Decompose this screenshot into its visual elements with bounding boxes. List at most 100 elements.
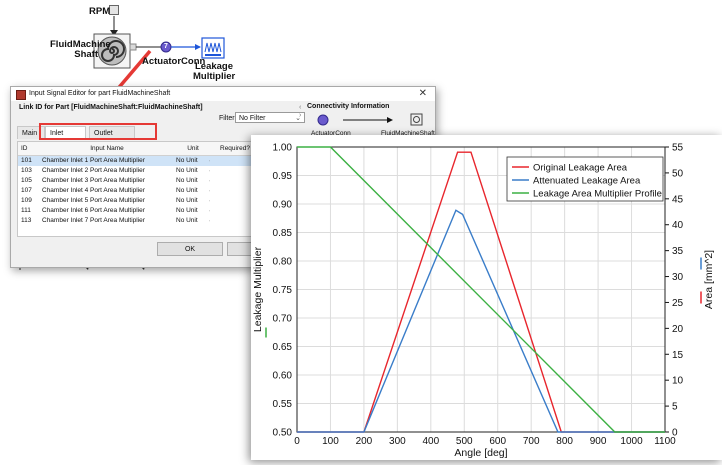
legend-entry: Attenuated Leakage Area bbox=[533, 176, 641, 187]
y-right-tick-label: 30 bbox=[672, 272, 684, 283]
chart-svg: 0 100 200 300 400 500 600 700 800 900 1000 11000.50… bbox=[252, 143, 715, 460]
row-id: 109 bbox=[21, 197, 32, 204]
col-unit[interactable]: Unit bbox=[176, 142, 210, 155]
x-tick-label: 900 bbox=[590, 436, 607, 447]
y-right-tick-label: 0 bbox=[672, 428, 678, 439]
x-tick-label: 1000 bbox=[620, 436, 643, 447]
leakage-label-line2: Multiplier bbox=[193, 71, 236, 82]
fluidmachine-label: FluidMachine Shaft bbox=[50, 40, 111, 60]
row-id: 103 bbox=[21, 167, 32, 174]
rpm-icon[interactable] bbox=[109, 5, 119, 15]
table-row[interactable]: 109 Chamber Inlet 5 Port Area Multiplier… bbox=[18, 196, 258, 206]
connectivity-graphic bbox=[317, 113, 423, 126]
unit-value: No Unit bbox=[176, 187, 198, 194]
table-row[interactable]: 101 Chamber Inlet 1 Port Area Multiplier… bbox=[18, 156, 258, 166]
unit-select[interactable]: No Unit ⌄ bbox=[176, 216, 210, 226]
unit-select[interactable]: No Unit ⌄ bbox=[176, 176, 210, 186]
chevron-down-icon: ⌄ bbox=[208, 176, 210, 186]
close-icon[interactable]: ✕ bbox=[419, 88, 427, 99]
connectivity-nav-arrows[interactable]: ‹ › bbox=[299, 104, 301, 120]
col-input-name[interactable]: Input Name bbox=[42, 142, 172, 155]
row-id: 101 bbox=[21, 157, 32, 164]
x-tick-label: 0 bbox=[294, 436, 300, 447]
y-left-axis-label: Leakage Multiplier bbox=[252, 246, 264, 332]
dialog-titlebar[interactable]: Input Signal Editor for part FluidMachin… bbox=[11, 87, 435, 101]
x-tick-label: 700 bbox=[523, 436, 540, 447]
row-name: Chamber Inlet 4 Port Area Multiplier bbox=[42, 187, 145, 194]
y-left-tick-label: 0.50 bbox=[273, 428, 293, 439]
y-left-tick-label: 0.75 bbox=[273, 285, 293, 296]
y-left-tick-label: 0.80 bbox=[273, 257, 293, 268]
series-line-2 bbox=[297, 209, 665, 433]
fluidmachine-label-line2: Shaft bbox=[74, 49, 98, 60]
y-right-axis-label: Area [mm^2] bbox=[703, 250, 715, 309]
unit-select[interactable]: No Unit ⌄ bbox=[176, 166, 210, 176]
actuator-icon bbox=[317, 114, 329, 126]
chevron-down-icon: ⌄ bbox=[208, 206, 210, 216]
row-id: 107 bbox=[21, 187, 32, 194]
x-tick-label: 100 bbox=[322, 436, 339, 447]
chevron-down-icon: ⌄ bbox=[208, 156, 210, 166]
connection-badge[interactable]: 7 bbox=[161, 42, 171, 52]
table-header: ID Input Name Unit Required? bbox=[18, 142, 258, 156]
legend-entry: Leakage Area Multiplier Profile bbox=[533, 189, 662, 200]
y-right-tick-label: 35 bbox=[672, 246, 684, 257]
row-id: 111 bbox=[21, 207, 31, 214]
filter-select[interactable]: No Filter ⌄ bbox=[235, 112, 305, 123]
dialog-title: Input Signal Editor for part FluidMachin… bbox=[29, 90, 171, 97]
x-tick-label: 300 bbox=[389, 436, 406, 447]
y-left-tick-label: 0.85 bbox=[273, 228, 293, 239]
row-name: Chamber Inlet 6 Port Area Multiplier bbox=[42, 207, 145, 214]
y-right-tick-label: 10 bbox=[672, 376, 684, 387]
row-id: 105 bbox=[21, 177, 32, 184]
link-id-label: Link ID for Part [FluidMachineShaft:Flui… bbox=[19, 104, 203, 111]
unit-value: No Unit bbox=[176, 177, 198, 184]
unit-select[interactable]: No Unit ⌄ bbox=[176, 206, 210, 216]
unit-select[interactable]: No Unit ⌄ bbox=[176, 196, 210, 206]
table-row[interactable]: 111 Chamber Inlet 6 Port Area Multiplier… bbox=[18, 206, 258, 216]
chevron-down-icon: ⌄ bbox=[208, 166, 210, 176]
chevron-down-icon: ⌄ bbox=[208, 186, 210, 196]
chevron-down-icon: ⌄ bbox=[208, 196, 210, 206]
y-right-tick-label: 50 bbox=[672, 168, 684, 179]
y-right-tick-label: 40 bbox=[672, 220, 684, 231]
unit-value: No Unit bbox=[176, 167, 198, 174]
y-right-tick-label: 25 bbox=[672, 298, 684, 309]
filter-label: Filter: bbox=[219, 115, 237, 122]
x-tick-label: 500 bbox=[456, 436, 473, 447]
y-left-tick-label: 1.00 bbox=[273, 143, 293, 154]
table-row[interactable]: 105 Chamber Inlet 3 Port Area Multiplier… bbox=[18, 176, 258, 186]
unit-value: No Unit bbox=[176, 217, 198, 224]
x-tick-label: 200 bbox=[356, 436, 373, 447]
table-row[interactable]: 107 Chamber Inlet 4 Port Area Multiplier… bbox=[18, 186, 258, 196]
x-axis-label: Angle [deg] bbox=[454, 447, 507, 459]
legend-entry: Original Leakage Area bbox=[533, 163, 628, 174]
table-row[interactable]: 113 Chamber Inlet 7 Port Area Multiplier… bbox=[18, 216, 258, 226]
unit-value: No Unit bbox=[176, 157, 198, 164]
y-left-tick-label: 0.70 bbox=[273, 314, 293, 325]
row-name: Chamber Inlet 2 Port Area Multiplier bbox=[42, 167, 145, 174]
y-left-tick-label: 0.55 bbox=[273, 399, 293, 410]
y-right-tick-label: 15 bbox=[672, 350, 684, 361]
table-row[interactable]: 103 Chamber Inlet 2 Port Area Multiplier… bbox=[18, 166, 258, 176]
rpm-label: RPM bbox=[89, 6, 111, 17]
unit-select[interactable]: No Unit ⌄ bbox=[176, 186, 210, 196]
row-id: 113 bbox=[21, 217, 32, 224]
leakage-chart: 0 100 200 300 400 500 600 700 800 900 1000 1100 0.50… bbox=[251, 135, 722, 460]
tabs-highlight-box bbox=[39, 123, 157, 140]
chevron-down-icon: ⌄ bbox=[208, 216, 210, 226]
y-left-tick-label: 0.90 bbox=[273, 200, 293, 211]
leakage-label: Leakage Multiplier bbox=[193, 62, 235, 82]
x-tick-label: 600 bbox=[489, 436, 506, 447]
input-table[interactable]: ID Input Name Unit Required? 101 Chamber… bbox=[17, 141, 259, 237]
shaft-icon bbox=[410, 113, 423, 126]
y-right-tick-label: 20 bbox=[672, 324, 684, 335]
y-left-tick-label: 0.60 bbox=[273, 371, 293, 382]
y-right-tick-label: 45 bbox=[672, 194, 684, 205]
unit-select[interactable]: No Unit ⌄ bbox=[176, 156, 210, 166]
ok-button[interactable]: OK bbox=[157, 242, 223, 256]
connectivity-header: Connectivity Information bbox=[307, 103, 390, 110]
row-name: Chamber Inlet 1 Port Area Multiplier bbox=[42, 157, 145, 164]
y-left-tick-label: 0.95 bbox=[273, 171, 293, 182]
col-id[interactable]: ID bbox=[21, 142, 39, 155]
